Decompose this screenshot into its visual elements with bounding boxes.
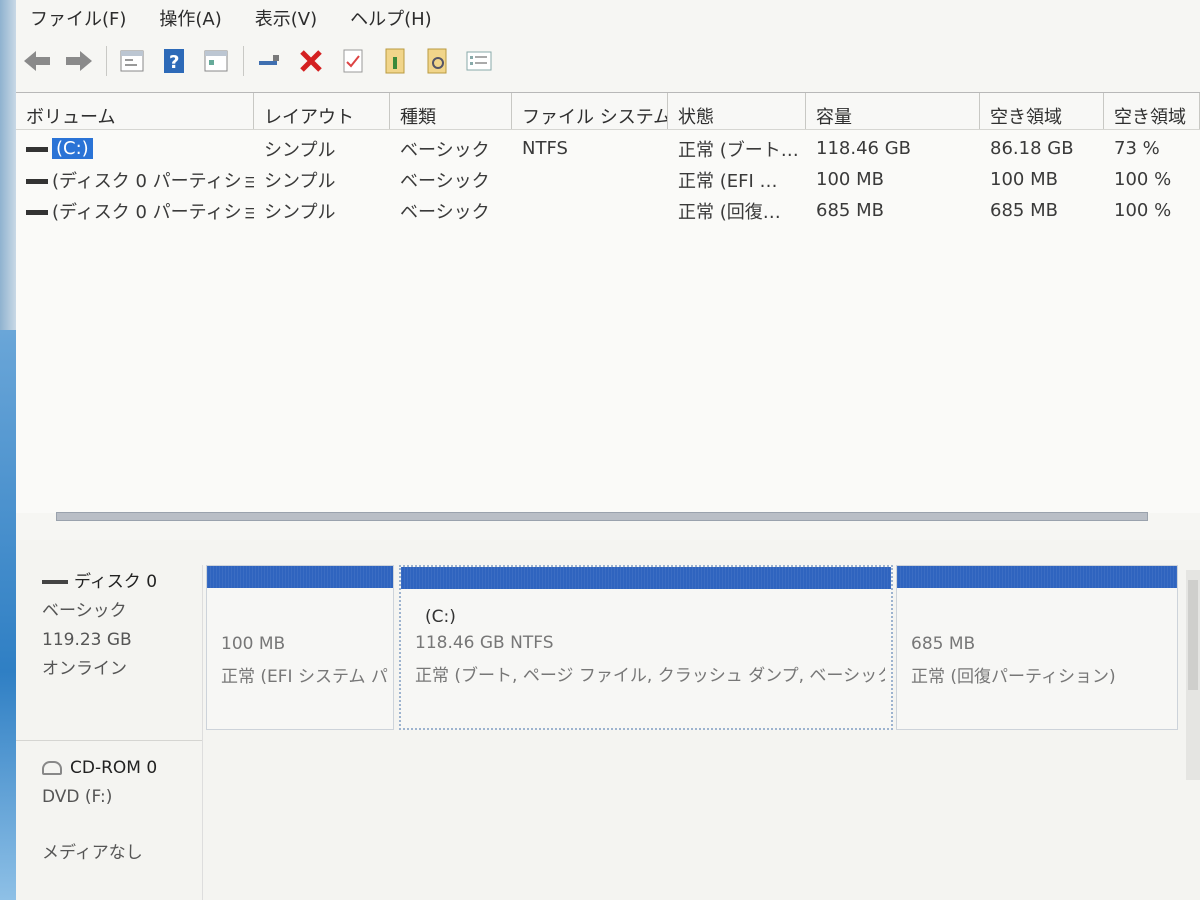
partition-status: 正常 (EFI システム パ [221,667,388,687]
cdrom-name: CD-ROM 0 [70,758,158,778]
list-view-icon[interactable] [464,46,494,76]
search-disk-icon[interactable] [422,46,452,76]
menu-file[interactable]: ファイル(F) [30,5,126,31]
menu-help[interactable]: ヘルプ(H) [350,5,432,31]
menu-bar: ファイル(F) 操作(A) 表示(V) ヘルプ(H) [16,0,1200,36]
partition-label: (C:) [425,607,456,627]
pane-splitter[interactable] [56,512,1148,521]
menu-action[interactable]: 操作(A) [159,5,221,31]
disk-name: ディスク 0 [74,572,158,592]
table-row[interactable]: (C:) シンプル ベーシック NTFS 正常 (ブート… 118.46 GB … [16,133,1200,164]
volume-name: (ディスク 0 パーティショ… [52,170,254,192]
partition-recovery[interactable]: 685 MB 正常 (回復パーティション) [896,565,1178,730]
connect-icon[interactable] [254,46,284,76]
cdrom-0-info[interactable]: CD-ROM 0 DVD (F:) メディアなし [42,754,157,868]
volume-type: ベーシック [400,201,490,223]
check-icon[interactable] [338,46,368,76]
back-arrow-icon[interactable] [22,46,52,76]
volume-type: ベーシック [400,139,490,161]
column-header: ボリューム レイアウト 種類 ファイル システム 状態 容量 空き領域 空き領域 [16,93,1200,130]
disk-graphical-view: ディスク 0 ベーシック 119.23 GB オンライン 100 MB 正常 (… [16,540,1200,900]
table-row[interactable]: (ディスク 0 パーティショ… シンプル ベーシック 正常 (EFI … 100… [16,164,1200,195]
volume-free-pct: 73 % [1114,138,1160,159]
col-volume[interactable]: ボリューム [16,93,254,129]
help-icon[interactable]: ? [159,46,189,76]
partition-size: 685 MB [911,634,976,654]
col-type[interactable]: 種類 [390,93,512,129]
table-row[interactable]: (ディスク 0 パーティショ… シンプル ベーシック 正常 (回復… 685 M… [16,195,1200,226]
volume-icon [26,210,48,215]
forward-arrow-icon[interactable] [64,46,94,76]
volume-icon [26,179,48,184]
volume-status: 正常 (回復… [678,201,781,223]
properties-icon[interactable] [201,46,231,76]
disk-icon [42,580,68,584]
disk-size: 119.23 GB [42,630,132,650]
disk-management-window: ファイル(F) 操作(A) 表示(V) ヘルプ(H) ? ボリューム レイアウト… [16,0,1200,900]
disk-type: ベーシック [42,601,127,621]
cdrom-media: メディアなし [42,843,143,863]
vertical-scrollbar[interactable] [1186,570,1200,780]
col-layout[interactable]: レイアウト [254,93,390,129]
volume-free-pct: 100 % [1114,169,1172,190]
partition-c[interactable]: (C:) 118.46 GB NTFS 正常 (ブート, ページ ファイル, ク… [399,565,893,730]
volume-list: ボリューム レイアウト 種類 ファイル システム 状態 容量 空き領域 空き領域… [16,92,1200,513]
rescan-icon[interactable] [380,46,410,76]
volume-free: 685 MB [990,200,1058,221]
partition-status: 正常 (回復パーティション) [911,667,1116,687]
volume-free: 100 MB [990,169,1058,190]
cdrom-drive: DVD (F:) [42,787,113,807]
desktop-edge [0,0,16,900]
col-filesystem[interactable]: ファイル システム [512,93,668,129]
volume-name: (C:) [52,138,93,159]
volume-status: 正常 (ブート… [678,139,799,161]
col-status[interactable]: 状態 [668,93,806,129]
col-capacity[interactable]: 容量 [806,93,980,129]
toolbar: ? [16,38,1200,84]
cdrom-icon [42,761,62,775]
volume-type: ベーシック [400,170,490,192]
menu-view[interactable]: 表示(V) [255,5,317,31]
disk-0-info[interactable]: ディスク 0 ベーシック 119.23 GB オンライン [42,568,157,684]
delete-icon[interactable] [296,46,326,76]
partition-size: 100 MB [221,634,286,654]
volume-capacity: 118.46 GB [816,138,912,159]
volume-name: (ディスク 0 パーティショ… [52,201,254,223]
volume-layout: シンプル [264,139,336,161]
partition-efi[interactable]: 100 MB 正常 (EFI システム パ [206,565,394,730]
volume-free: 86.18 GB [990,138,1074,159]
volume-capacity: 685 MB [816,200,884,221]
volume-status: 正常 (EFI … [678,170,778,192]
col-free-space[interactable]: 空き領域 [980,93,1104,129]
disk-state: オンライン [42,659,127,679]
volume-fs: NTFS [522,138,568,159]
volume-capacity: 100 MB [816,169,884,190]
volume-free-pct: 100 % [1114,200,1172,221]
volume-layout: シンプル [264,170,336,192]
volume-layout: シンプル [264,201,336,223]
console-tree-icon[interactable] [117,46,147,76]
volume-icon [26,146,48,152]
partition-status: 正常 (ブート, ページ ファイル, クラッシュ ダンプ, ベーシック デー [415,666,885,686]
svg-text:?: ? [169,52,179,73]
partition-size: 118.46 GB NTFS [415,633,554,653]
col-free-percent[interactable]: 空き領域 [1104,93,1200,129]
